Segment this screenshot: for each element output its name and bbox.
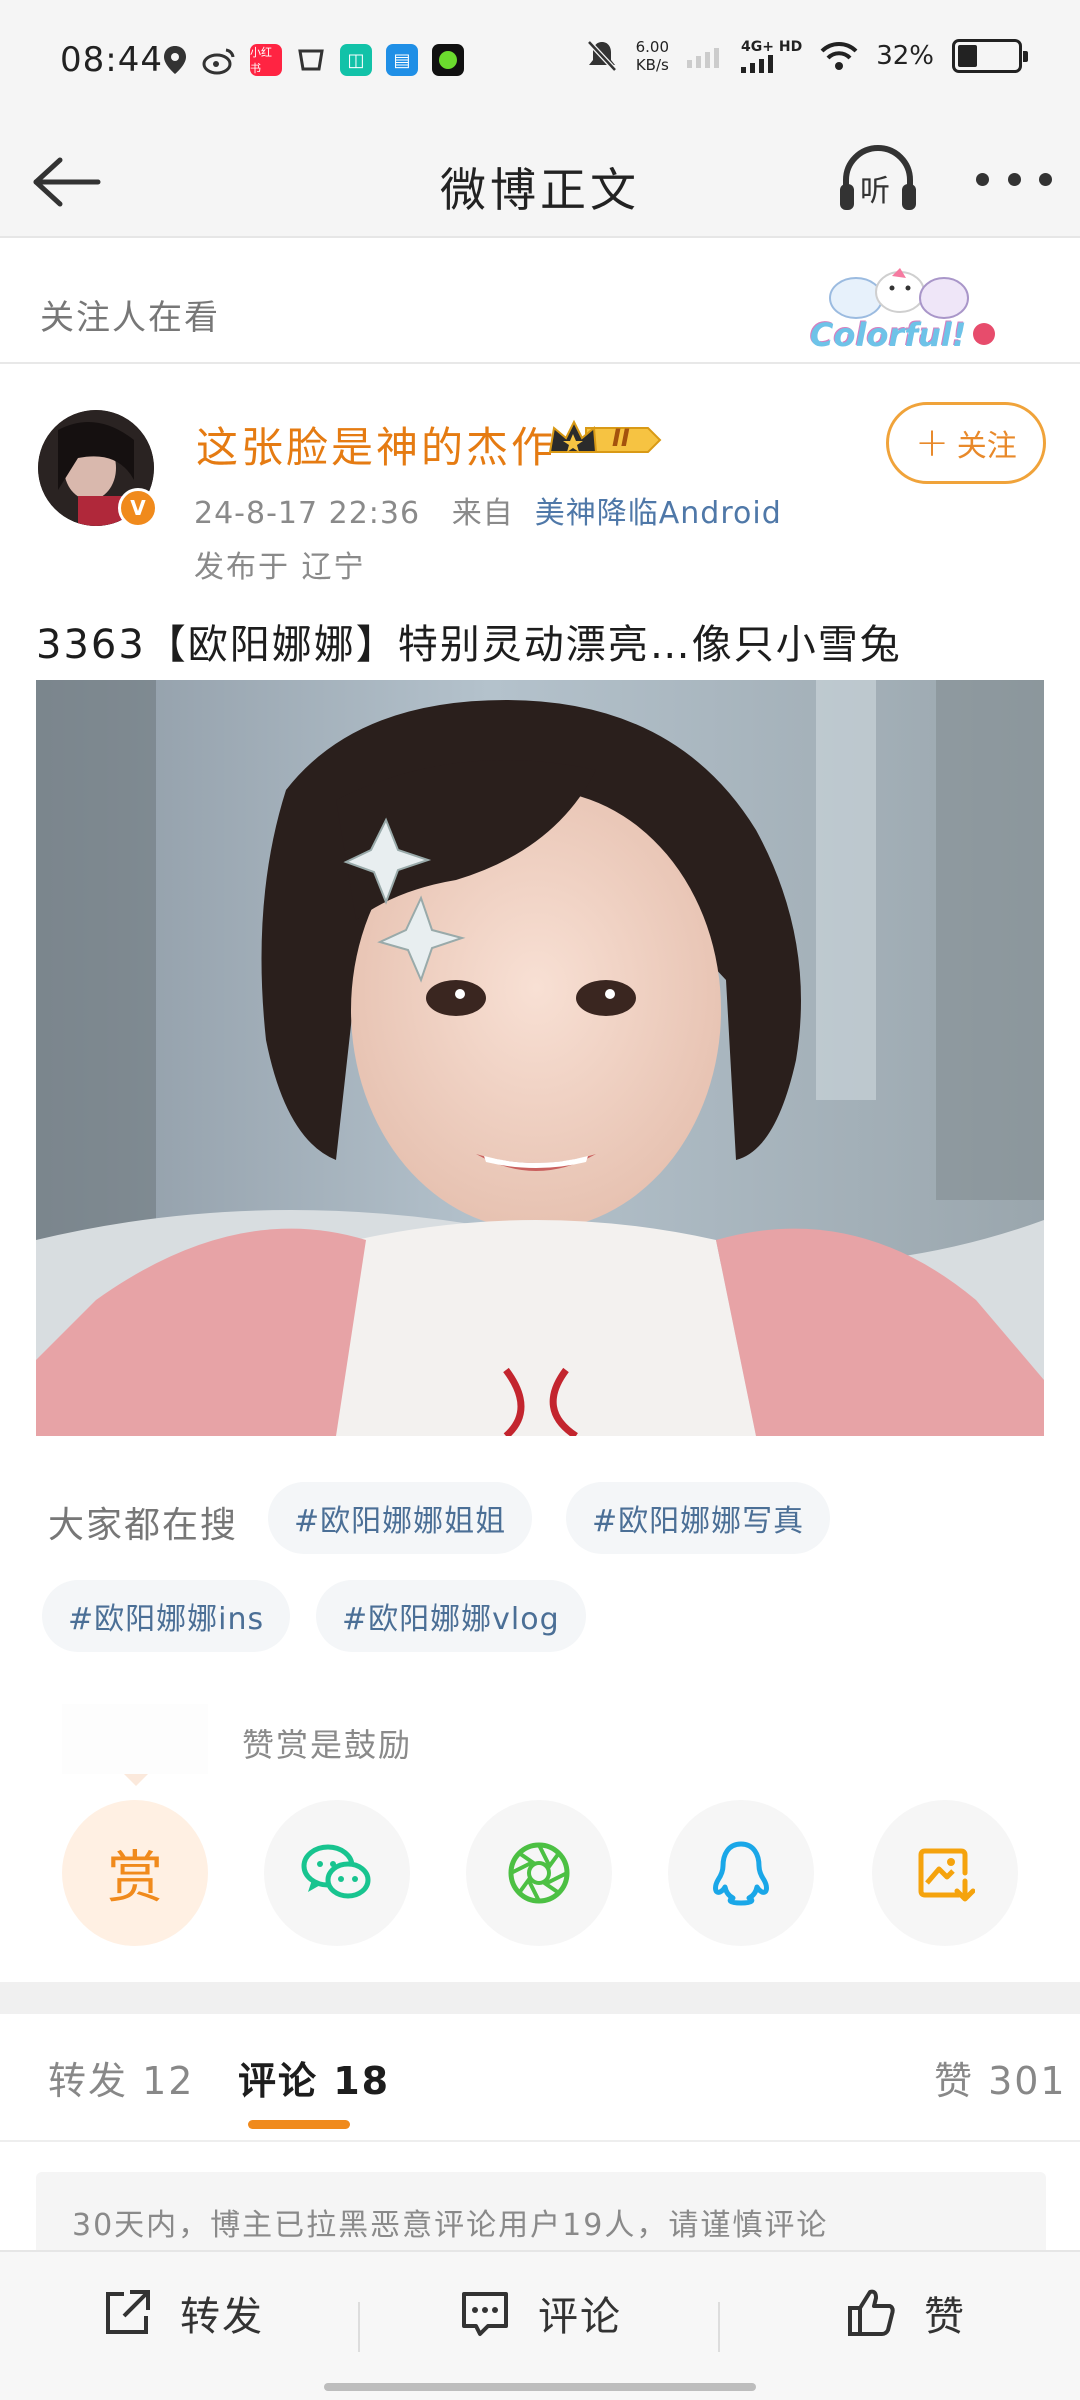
mute-bell-icon — [586, 40, 617, 72]
share-moments-button[interactable] — [466, 1800, 612, 1946]
like-button[interactable]: 赞 — [844, 2284, 966, 2342]
signal-weak-icon — [687, 48, 720, 68]
post-image[interactable] — [36, 680, 1044, 1436]
interaction-tabs: 转发 12 评论 18 赞 301 — [0, 2014, 1080, 2142]
notification-icons: 小红书 ◫ ▤ — [162, 44, 464, 76]
save-image-button[interactable] — [872, 1800, 1018, 1946]
comment-button[interactable]: 评论 — [458, 2284, 622, 2342]
share-wechat-button[interactable] — [264, 1800, 410, 1946]
moments-aperture-icon — [508, 1842, 570, 1904]
mi-store-icon: ◫ — [340, 44, 372, 76]
repost-button[interactable]: 转发 — [100, 2284, 264, 2342]
reward-button[interactable]: 赏 — [62, 1800, 208, 1946]
comment-label: 评论 — [538, 2294, 622, 2340]
signal-icon — [741, 55, 774, 73]
hot-search-tag[interactable]: #欧阳娜娜vlog — [316, 1580, 586, 1652]
reward-tooltip — [62, 1704, 208, 1786]
status-right: 6.00 KB/s 4G+ HD 32% — [586, 38, 1028, 74]
colorful-sticker: Colorful! — [796, 264, 1000, 358]
xiaohongshu-icon: 小红书 — [250, 44, 282, 76]
green-dot-app-icon — [432, 44, 464, 76]
repost-icon — [106, 2290, 150, 2334]
battery-icon — [952, 39, 1028, 73]
post-meta: 24-8-17 22:36 来自 美神降临Android — [194, 488, 782, 532]
post-text: 3363【欧阳娜娜】特别灵动漂亮…像只小雪兔 — [36, 622, 902, 668]
location-icon — [164, 46, 186, 74]
reward-icon: 赏 — [107, 1845, 163, 1911]
status-time: 08:44 — [60, 40, 163, 80]
author-name[interactable]: 这张脸是神的杰作 — [196, 414, 556, 475]
follow-label: 关注 — [956, 429, 1017, 464]
comment-icon — [462, 2292, 508, 2336]
post-location: 发布于 辽宁 — [194, 550, 366, 585]
followers-watching-banner[interactable]: 关注人在看 Colorful! — [0, 254, 1080, 364]
listen-label: 听 — [860, 174, 890, 209]
share-qq-button[interactable] — [668, 1800, 814, 1946]
tab-comments[interactable]: 评论 18 — [238, 2050, 390, 2105]
like-label: 赞 — [924, 2294, 966, 2340]
crown-icon — [548, 419, 662, 453]
wechat-icon — [301, 1844, 371, 1899]
wifi-icon — [820, 41, 858, 70]
bottom-bar-divider — [358, 2302, 360, 2352]
home-indicator[interactable] — [324, 2383, 756, 2391]
tab-reposts[interactable]: 转发 12 — [48, 2050, 194, 2105]
follow-button[interactable]: + 关注 — [886, 402, 1046, 484]
post-source-prefix: 来自 — [451, 496, 514, 531]
reward-hint: 赞赏是鼓励 — [242, 1726, 413, 1764]
top-nav-bar: 微博正文 听 — [0, 124, 1080, 238]
more-options-icon[interactable] — [976, 164, 1052, 194]
status-bar: 08:44 小红书 ◫ ▤ 6.00 KB/s 4G+ HD 32% — [0, 0, 1080, 124]
qq-penguin-icon — [713, 1841, 769, 1906]
post-time: 24-8-17 22:36 — [194, 496, 421, 531]
listen-button[interactable]: 听 — [836, 144, 920, 216]
colorful-text: Colorful! — [810, 316, 967, 354]
post-photo — [36, 680, 1044, 1436]
active-tab-indicator — [248, 2120, 350, 2129]
tab-likes[interactable]: 赞 301 — [934, 2050, 1067, 2105]
battery-level — [958, 45, 977, 67]
followers-watching-text: 关注人在看 — [40, 298, 220, 338]
post-source[interactable]: 美神降临Android — [535, 496, 782, 531]
bottom-action-bar: 转发 评论 赞 — [0, 2250, 1080, 2400]
share-row: 赏 — [0, 1800, 1080, 1950]
hot-search-tag[interactable]: #欧阳娜娜写真 — [566, 1482, 831, 1554]
network-speed: 6.00 KB/s — [635, 38, 670, 74]
battery-percent: 32% — [876, 41, 934, 71]
section-divider — [0, 1982, 1080, 2014]
cup-icon — [298, 49, 324, 71]
author-avatar[interactable]: V — [38, 410, 158, 528]
hot-search-tag[interactable]: #欧阳娜娜ins — [42, 1580, 291, 1652]
signal-4g: 4G+ HD — [741, 39, 802, 73]
bottom-bar-divider — [718, 2302, 720, 2352]
repost-label: 转发 — [180, 2294, 264, 2340]
member-level-badge[interactable]: II — [546, 418, 664, 462]
verified-badge: V — [118, 488, 158, 528]
save-image-icon — [918, 1848, 975, 1902]
thumbs-up-icon — [848, 2289, 895, 2336]
weibo-icon — [202, 48, 235, 75]
member-level: II — [612, 424, 630, 452]
hot-search-label: 大家都在搜 — [48, 1505, 239, 1546]
ticket-app-icon: ▤ — [386, 44, 418, 76]
plus-icon: + — [915, 420, 949, 466]
hot-search-tag[interactable]: #欧阳娜娜姐姐 — [268, 1482, 533, 1554]
